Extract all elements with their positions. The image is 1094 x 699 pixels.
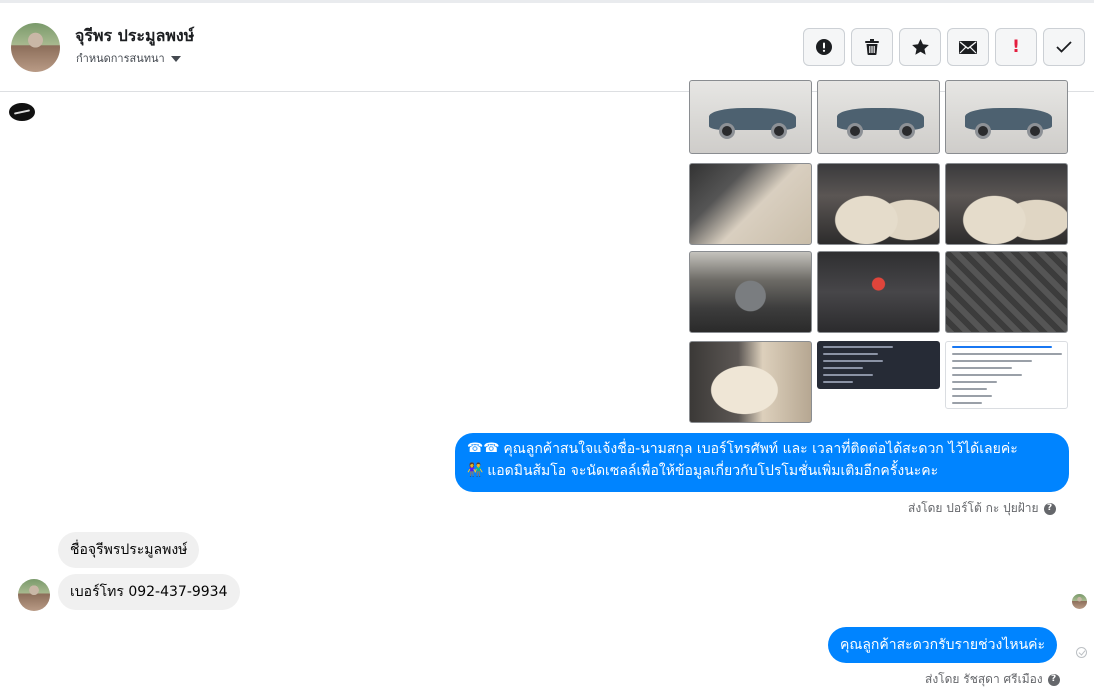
- photo-car-side-2[interactable]: [945, 80, 1068, 154]
- photo-dashboard[interactable]: [817, 251, 940, 333]
- people-icon: 👫: [467, 463, 484, 478]
- photo-post-screenshot[interactable]: [945, 341, 1068, 409]
- contact-avatar[interactable]: [11, 23, 60, 72]
- check-icon: [1056, 41, 1072, 53]
- message-line: 👫 แอดมินส้มโอ จะนัดเซลล์เพื่อให้ข้อมูลเก…: [467, 460, 1057, 482]
- conversation-header: จุรีพร ประมูลพงษ์ กำหนดการสนทนา !: [0, 3, 1094, 92]
- assign-label: กำหนดการสนทนา: [76, 52, 165, 65]
- photo-spec-screenshot[interactable]: [817, 341, 940, 389]
- telephone-icon: ☎☎: [467, 441, 500, 456]
- exclamation-icon: !: [1012, 37, 1020, 57]
- trash-icon: [865, 39, 879, 55]
- sender-name: ส่งโดย รัชสุดา ศรีเมือง: [925, 672, 1043, 686]
- sender-name: ส่งโดย ปอร์โต้ กะ ปุยฝ้าย: [908, 501, 1039, 515]
- star-button[interactable]: [899, 28, 941, 66]
- incoming-message[interactable]: ชื่อจุรีพรประมูลพงษ์: [58, 532, 200, 568]
- photo-engine-closeup[interactable]: [945, 251, 1068, 333]
- header-actions: !: [803, 28, 1085, 66]
- page-logo-avatar: [9, 103, 35, 121]
- message-text: แอดมินส้มโอ จะนัดเซลล์เพื่อให้ข้อมูลเกี่…: [487, 463, 939, 479]
- sent-by-label: ส่งโดย ปอร์โต้ กะ ปุยฝ้าย ?: [908, 499, 1056, 518]
- spam-button[interactable]: [803, 28, 845, 66]
- outgoing-message[interactable]: ☎☎ คุณลูกค้าสนใจแจ้งชื่อ-นามสกุล เบอร์โท…: [455, 433, 1069, 492]
- photo-rear-seat[interactable]: [689, 341, 812, 423]
- photo-front-interior[interactable]: [817, 163, 940, 245]
- message-line: ☎☎ คุณลูกค้าสนใจแจ้งชื่อ-นามสกุล เบอร์โท…: [467, 438, 1057, 460]
- mark-unread-button[interactable]: [947, 28, 989, 66]
- sent-by-label: ส่งโดย รัชสุดา ศรีเมือง ?: [925, 670, 1060, 689]
- seen-avatar: [1072, 594, 1087, 609]
- assign-conversation-dropdown[interactable]: กำหนดการสนทนา: [76, 49, 181, 67]
- follow-up-button[interactable]: !: [995, 28, 1037, 66]
- contact-name[interactable]: จุรีพร ประมูลพงษ์: [75, 24, 194, 49]
- incoming-message[interactable]: เบอร์โทร 092-437-9934: [58, 574, 240, 610]
- outgoing-message[interactable]: คุณลูกค้าสะดวกรับรายช่วงไหนค่ะ: [828, 627, 1058, 663]
- help-icon[interactable]: ?: [1043, 502, 1056, 515]
- sent-check-icon: [1076, 647, 1087, 658]
- photo-car-rear[interactable]: [689, 80, 812, 154]
- photo-door-panel[interactable]: [689, 163, 812, 245]
- done-button[interactable]: [1043, 28, 1085, 66]
- help-icon[interactable]: ?: [1047, 673, 1060, 686]
- message-text: คุณลูกค้าสนใจแจ้งชื่อ-นามสกุล เบอร์โทรศั…: [503, 441, 1018, 457]
- envelope-icon: [959, 40, 977, 54]
- delete-button[interactable]: [851, 28, 893, 66]
- star-icon: [911, 39, 929, 55]
- photo-car-side[interactable]: [817, 80, 940, 154]
- caret-down-icon: [170, 55, 181, 62]
- photo-engine-bay[interactable]: [689, 251, 812, 333]
- customer-avatar[interactable]: [18, 579, 50, 611]
- photo-front-seats[interactable]: [945, 163, 1068, 245]
- alert-circle-icon: [816, 39, 832, 55]
